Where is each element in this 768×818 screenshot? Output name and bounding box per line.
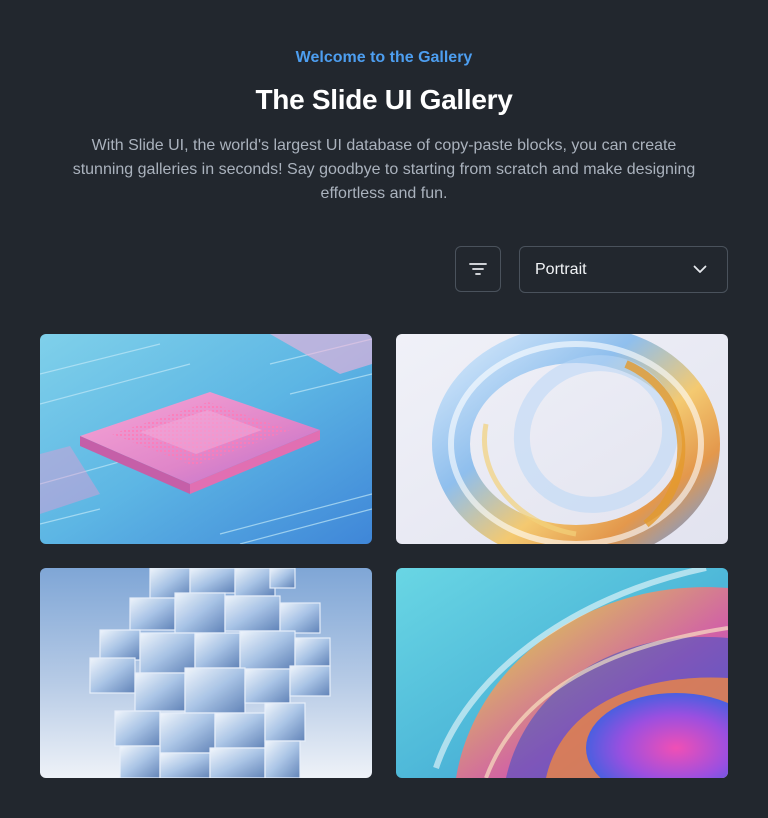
iridescent-swirl-image (396, 568, 728, 778)
glass-ring-image (396, 334, 728, 544)
microchip-image (40, 334, 372, 544)
gallery-eyebrow: Welcome to the Gallery (295, 49, 473, 66)
chevron-down-icon (693, 265, 707, 273)
gallery-image-iridescent-swirl[interactable] (396, 568, 728, 778)
page-title: The Slide UI Gallery (255, 84, 513, 115)
orientation-select-value: Portrait (535, 260, 587, 278)
orientation-select[interactable]: Portrait (519, 246, 728, 293)
glass-cubes-image (40, 568, 372, 778)
page-description: With Slide UI, the world's largest UI da… (72, 137, 696, 202)
gallery-image-microchip[interactable] (40, 334, 372, 544)
filter-button[interactable] (455, 246, 501, 292)
gallery-image-glass-cubes[interactable] (40, 568, 372, 778)
gallery-image-glass-ring[interactable] (396, 334, 728, 544)
filter-lines-icon (469, 263, 487, 275)
